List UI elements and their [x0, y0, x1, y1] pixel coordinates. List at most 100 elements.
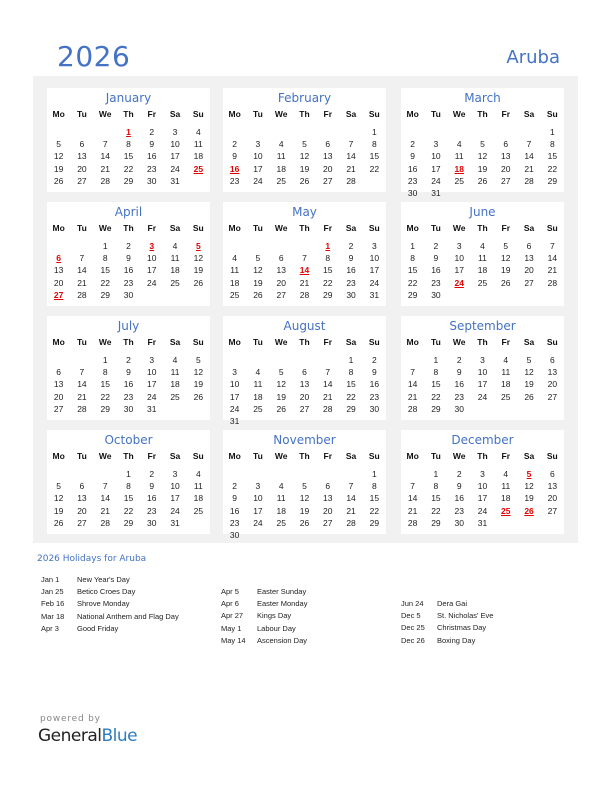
day-cell: 17: [477, 493, 488, 504]
holiday-item: May 1 Labour Day: [221, 623, 401, 635]
day-cell: 13: [77, 493, 87, 504]
day-cell: 9: [149, 481, 155, 492]
day-cell: 30: [346, 289, 356, 300]
week-row: 23 24 25 26 27 28: [223, 175, 386, 187]
week-row: 30: [223, 529, 386, 541]
day-cell: 26: [477, 175, 488, 186]
day-cell: 29: [323, 289, 333, 300]
day-cell: 28: [524, 175, 534, 186]
weekday-label: Su: [192, 109, 204, 119]
weekday-header-row: Mo Tu We Th Fr Sa Su: [401, 108, 564, 120]
weekday-label: Mo: [52, 109, 65, 119]
day-cell: 6: [302, 367, 307, 378]
day-cell: 8: [126, 481, 131, 492]
empty-cell: [47, 354, 70, 366]
day-cell: 9: [232, 493, 237, 504]
day-cell: 28: [547, 277, 558, 288]
weekday-label: Mo: [52, 337, 65, 347]
day-cell: 30: [454, 403, 464, 414]
day-cell: 28: [323, 403, 333, 414]
month-name: June: [469, 205, 496, 219]
day-cell: 5: [56, 481, 61, 492]
weekday-label: Tu: [77, 337, 87, 347]
empty-cell: [70, 468, 93, 480]
empty-cell: [187, 175, 210, 187]
day-cell: 16: [123, 265, 134, 276]
day-cell: 4: [503, 469, 509, 479]
day-cell: 2: [126, 241, 131, 251]
day-cell: 18: [501, 493, 511, 504]
day-cell: 17: [229, 391, 240, 402]
day-cell: 30: [123, 403, 134, 414]
day-cell: 7: [410, 367, 415, 378]
holiday-date: 3: [149, 241, 155, 251]
holiday-item: Jun 24 Dera Gai: [401, 598, 581, 610]
day-cell: 16: [147, 151, 157, 162]
day-cell: 21: [547, 265, 558, 276]
weekday-label: Fr: [501, 223, 511, 233]
day-cell: 9: [456, 481, 462, 492]
weekday-label: We: [452, 337, 466, 347]
day-cell: 26: [524, 391, 534, 402]
day-cell: 29: [100, 403, 110, 414]
day-cell: 26: [299, 517, 310, 528]
day-cell: 9: [456, 367, 462, 378]
empty-cell: [246, 415, 269, 427]
empty-cell: [47, 468, 70, 480]
empty-cell: [424, 126, 447, 138]
week-row: 15 16 17 18 19 20 21: [401, 264, 564, 276]
week-row: 21 22 23 24 25 26 27: [401, 505, 564, 517]
holiday-date: 16: [229, 163, 240, 174]
day-cell: 13: [547, 481, 558, 492]
week-row: 27 28 29 30: [47, 289, 210, 301]
empty-cell: [494, 517, 517, 529]
day-cell: 2: [456, 355, 462, 365]
holiday-item: Jan 25 Betico Croes Day: [41, 586, 221, 598]
day-cell: 29: [123, 175, 134, 186]
weekday-label: Su: [368, 223, 380, 233]
day-cell: 27: [501, 175, 511, 186]
day-cell: 23: [229, 517, 240, 528]
month-february: February Mo Tu We Th Fr Sa Su 1 2 3 4 5 6 7 8 9 10 11 12 13 1…: [223, 88, 386, 192]
generalblue-logo[interactable]: GeneralBlue: [38, 726, 138, 746]
day-cell: 29: [100, 289, 110, 300]
holiday-item: Feb 16 Shrove Monday: [41, 598, 221, 610]
empty-cell: [187, 403, 210, 415]
day-cell: 13: [53, 379, 64, 390]
day-cell: 28: [407, 403, 418, 414]
day-cell: 11: [193, 139, 203, 150]
weekday-label: Tu: [77, 223, 87, 233]
day-cell: 12: [253, 265, 263, 276]
day-cell: 27: [323, 517, 333, 528]
weekday-label: We: [274, 451, 288, 461]
day-cell: 5: [503, 241, 509, 251]
day-cell: 21: [524, 163, 534, 174]
day-cell: 18: [501, 379, 511, 390]
holiday-date: 1: [325, 241, 331, 251]
day-cell: 17: [253, 163, 263, 174]
week-row: 25 26 27 28 29 30 31: [223, 289, 386, 301]
day-cell: 20: [53, 277, 64, 288]
week-row: 14 15 16 17 18 19 20: [401, 492, 564, 504]
day-cell: 26: [53, 517, 64, 528]
holiday-name: Kings Day: [257, 611, 292, 621]
day-cell: 2: [348, 241, 354, 251]
day-cell: 20: [547, 493, 558, 504]
day-cell: 19: [299, 163, 310, 174]
day-cell: 1: [126, 469, 131, 479]
day-cell: 10: [170, 481, 180, 492]
weekday-label: Th: [299, 337, 310, 347]
weekday-label: Su: [546, 451, 558, 461]
weekday-label: Sa: [345, 337, 357, 347]
day-cell: 30: [407, 188, 418, 198]
day-cell: 9: [232, 151, 237, 162]
day-cell: 4: [480, 241, 485, 251]
day-cell: 22: [323, 277, 333, 288]
day-cell: 6: [278, 253, 284, 264]
day-cell: 25: [477, 277, 488, 288]
day-cell: 18: [193, 493, 204, 504]
day-cell: 20: [77, 505, 87, 516]
day-cell: 8: [348, 367, 354, 378]
week-row: 17 18 19 20 21 22 23: [223, 391, 386, 403]
day-cell: 14: [323, 379, 333, 390]
